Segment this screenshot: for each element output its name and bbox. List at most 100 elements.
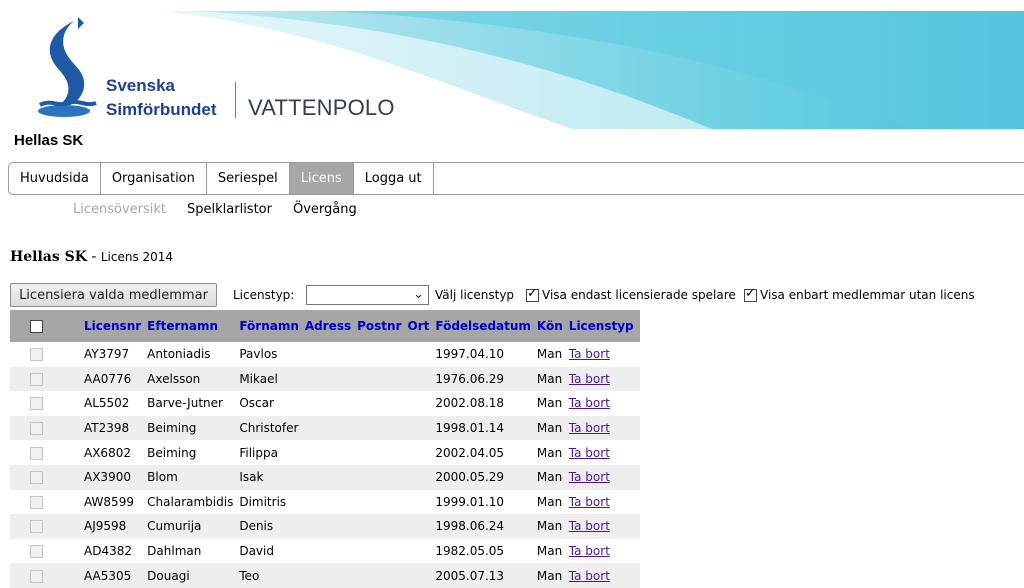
header-banner: Svenska Simförbundet VATTENPOLO bbox=[12, 11, 1024, 129]
cell-fodelsedatum: 2002.08.18 bbox=[435, 396, 505, 411]
cell-ort bbox=[405, 539, 433, 564]
sport-title: VATTENPOLO bbox=[248, 95, 395, 120]
cell-licensnr: AY3797 bbox=[84, 347, 130, 362]
ta-bort-link[interactable]: Ta bort bbox=[566, 342, 640, 367]
col-fornamn[interactable]: Förnamn bbox=[236, 310, 302, 342]
col-licensnr[interactable]: Licensnr bbox=[81, 310, 145, 342]
subnav-item-spelklarlistor[interactable]: Spelklarlistor bbox=[187, 202, 272, 217]
cell-adress bbox=[301, 563, 355, 588]
row-checkbox bbox=[30, 495, 43, 509]
cell-licensnr: AA5305 bbox=[81, 563, 145, 588]
table-row: AY3797 Antoniadis Pavlos 1997.04.10 Man … bbox=[10, 342, 640, 367]
cell-fornamn: Teo bbox=[236, 563, 302, 588]
cell-postnr bbox=[354, 464, 405, 490]
cell-kon: Man bbox=[536, 445, 563, 460]
cell-ort bbox=[405, 342, 433, 367]
cell-fornamn: Isak bbox=[236, 464, 302, 490]
row-checkbox bbox=[30, 348, 43, 362]
filter-utan-licens[interactable]: Visa enbart medlemmar utan licens bbox=[744, 286, 975, 302]
cell-kon: Man bbox=[533, 415, 566, 441]
brand-name-line1: Svenska bbox=[106, 76, 175, 95]
select-all-checkbox[interactable] bbox=[30, 320, 43, 333]
cell-efternamn: Douagi bbox=[144, 563, 237, 588]
licenstyp-label: Licenstyp: bbox=[233, 288, 295, 302]
cell-kon: Man bbox=[533, 464, 566, 490]
table-row: AW8599 Chalarambidis Dimitris 1999.01.10… bbox=[10, 490, 640, 515]
filter-licensierade[interactable]: Visa endast licensierade spelare bbox=[526, 286, 736, 302]
cell-fodelsedatum: 2002.04.05 bbox=[435, 445, 505, 460]
cell-postnr bbox=[354, 514, 405, 539]
ta-bort-link[interactable]: Ta bort bbox=[566, 440, 640, 465]
section-license-year: Licens 2014 bbox=[100, 250, 174, 264]
col-adress[interactable]: Adress bbox=[301, 310, 355, 342]
cell-fodelsedatum: 1997.04.10 bbox=[435, 347, 505, 362]
cell-efternamn: Axelsson bbox=[144, 366, 237, 392]
table-row: AJ9598 Cumurija Denis 1998.06.24 Man Ta … bbox=[10, 514, 640, 539]
row-select-cell bbox=[10, 464, 81, 490]
cell-efternamn: Antoniadis bbox=[147, 347, 211, 362]
ta-bort-link[interactable]: Ta bort bbox=[565, 514, 640, 539]
ta-bort-link[interactable]: Ta bort bbox=[565, 366, 640, 392]
cell-fornamn: Christofer bbox=[236, 415, 302, 441]
cell-efternamn: Dahlman bbox=[147, 544, 202, 559]
cell-fornamn: Dimitris bbox=[239, 494, 287, 509]
subnav-item-licensoversikt[interactable]: Licensöversikt bbox=[73, 202, 166, 217]
cell-postnr bbox=[354, 440, 404, 465]
cell-licensnr: AJ9598 bbox=[81, 514, 145, 539]
cell-fornamn: Mikael bbox=[236, 366, 302, 392]
cell-fodelsedatum: 2005.07.13 bbox=[432, 563, 534, 588]
licenstyp-select[interactable]: ⌄ bbox=[306, 285, 429, 305]
table-row: AX3900 Blom Isak 2000.05.29 Man Ta bort bbox=[10, 464, 640, 490]
brand-name-line2: Simförbundet bbox=[106, 100, 217, 119]
col-licenstyp[interactable]: Licenstyp bbox=[565, 310, 640, 342]
col-kon[interactable]: Kön bbox=[533, 310, 566, 342]
cell-fodelsedatum: 1982.05.05 bbox=[435, 544, 505, 559]
ta-bort-link[interactable]: Ta bort bbox=[565, 464, 640, 490]
nav-item-seriespel[interactable]: Seriespel bbox=[207, 163, 290, 194]
filter-utan-licens-checkbox[interactable] bbox=[744, 286, 757, 302]
cell-licensnr: AL5502 bbox=[84, 396, 130, 411]
row-checkbox bbox=[30, 569, 43, 583]
cell-fornamn: Pavlos bbox=[239, 347, 278, 362]
cell-efternamn: Beiming bbox=[144, 415, 237, 441]
licensiera-button[interactable]: Licensiera valda medlemmar bbox=[10, 283, 217, 307]
cell-licensnr: AX6802 bbox=[84, 445, 131, 460]
table-row: AT2398 Beiming Christofer 1998.01.14 Man… bbox=[10, 415, 640, 441]
cell-kon: Man bbox=[536, 494, 563, 509]
cell-fornamn: Oscar bbox=[239, 396, 274, 411]
nav-item-licens[interactable]: Licens bbox=[289, 163, 354, 194]
cell-fornamn: David bbox=[239, 544, 274, 559]
nav-item-organisation[interactable]: Organisation bbox=[101, 163, 207, 194]
cell-efternamn: Cumurija bbox=[144, 514, 237, 539]
row-checkbox bbox=[30, 397, 43, 411]
table-row: AD4382 Dahlman David 1982.05.05 Man Ta b… bbox=[10, 539, 640, 564]
table-row: AX6802 Beiming Filippa 2002.04.05 Man Ta… bbox=[10, 440, 640, 465]
cell-kon: Man bbox=[533, 563, 566, 588]
col-postnr[interactable]: Postnr bbox=[354, 310, 405, 342]
row-select-cell bbox=[10, 415, 81, 441]
cell-fornamn: Denis bbox=[236, 514, 302, 539]
ta-bort-link[interactable]: Ta bort bbox=[566, 391, 640, 416]
col-fodelsedatum[interactable]: Födelsedatum bbox=[432, 310, 534, 342]
ta-bort-link[interactable]: Ta bort bbox=[566, 490, 640, 515]
row-select-cell bbox=[10, 440, 81, 465]
filter-licensierade-checkbox[interactable] bbox=[526, 286, 539, 302]
nav-item-logga-ut[interactable]: Logga ut bbox=[354, 163, 434, 194]
valj-licenstyp-label: Välj licenstyp bbox=[435, 288, 515, 302]
ta-bort-link[interactable]: Ta bort bbox=[565, 415, 640, 441]
cell-ort bbox=[404, 514, 433, 539]
cell-licensnr: AW8599 bbox=[84, 494, 134, 509]
col-efternamn[interactable]: Efternamn bbox=[144, 310, 237, 342]
ta-bort-link[interactable]: Ta bort bbox=[565, 563, 640, 588]
col-ort[interactable]: Ort bbox=[404, 310, 433, 342]
cell-adress bbox=[301, 415, 355, 441]
nav-item-huvudsida[interactable]: Huvudsida bbox=[9, 163, 101, 194]
subnav-item-overgang[interactable]: Övergång bbox=[293, 202, 357, 217]
row-select-cell bbox=[10, 366, 81, 392]
cell-ort bbox=[404, 415, 433, 441]
filter-licensierade-label: Visa endast licensierade spelare bbox=[542, 288, 736, 302]
table-row: AL5502 Barve-Jutner Oscar 2002.08.18 Man… bbox=[10, 391, 640, 416]
ta-bort-link[interactable]: Ta bort bbox=[566, 539, 640, 564]
row-checkbox bbox=[30, 545, 43, 559]
cell-fodelsedatum: 2000.05.29 bbox=[432, 464, 534, 490]
